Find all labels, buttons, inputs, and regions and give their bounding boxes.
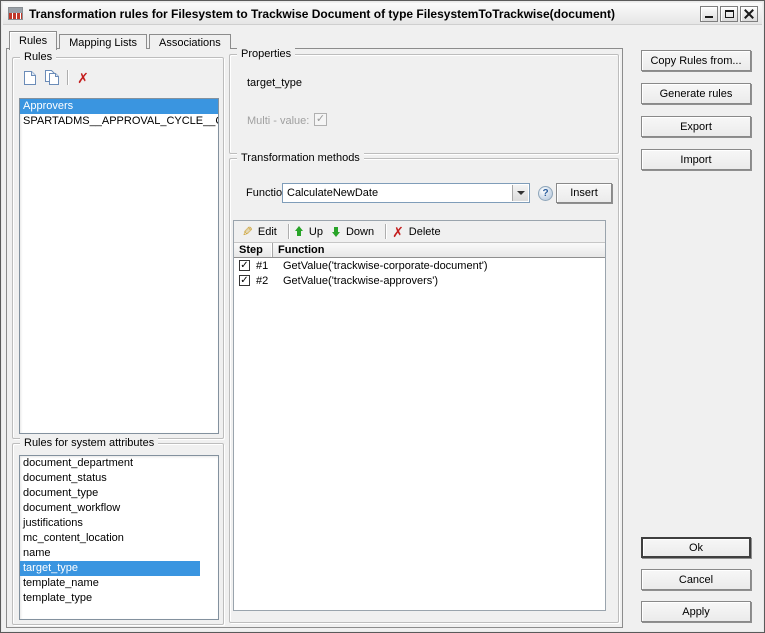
list-item[interactable]: document_status: [20, 471, 218, 486]
new-page-icon: [23, 70, 37, 86]
list-item[interactable]: justifications: [20, 516, 218, 531]
delete-icon: ✗: [392, 225, 404, 239]
list-item[interactable]: mc_content_location: [20, 531, 218, 546]
move-up-button[interactable]: Up: [293, 226, 330, 238]
edit-step-button[interactable]: ✎ Edit: [240, 225, 284, 238]
minimize-button[interactable]: [700, 6, 718, 22]
title-bar[interactable]: Transformation rules for Filesystem to T…: [3, 3, 762, 25]
property-attribute-name: target_type: [247, 77, 302, 89]
column-header-function[interactable]: Function: [273, 243, 605, 257]
app-icon: [8, 7, 23, 20]
step-number: #2: [256, 275, 276, 287]
tab-associations[interactable]: Associations: [149, 34, 231, 49]
list-item[interactable]: document_department: [20, 456, 218, 471]
function-dropdown[interactable]: CalculateNewDate: [282, 183, 530, 203]
pencil-icon: ✎: [242, 225, 253, 238]
tab-strip: Rules Mapping Lists Associations: [9, 31, 233, 50]
chevron-down-icon: [517, 191, 525, 195]
table-row[interactable]: ✓ #1 GetValue('trackwise-corporate-docum…: [234, 258, 605, 273]
maximize-button[interactable]: [720, 6, 738, 22]
step-function: GetValue('trackwise-approvers'): [283, 275, 438, 287]
steps-panel: ✎ Edit Up Down ✗ Delete: [233, 220, 606, 611]
transformation-methods-groupbox: Transformation methods Function: Calcula…: [229, 158, 619, 623]
rules-groupbox-label: Rules: [20, 50, 56, 64]
edit-step-label: Edit: [258, 226, 277, 238]
dialog-window: Transformation rules for Filesystem to T…: [0, 0, 765, 633]
step-function: GetValue('trackwise-corporate-document'): [283, 260, 488, 272]
move-up-label: Up: [309, 226, 323, 238]
rules-toolbar: ✗: [19, 68, 94, 87]
function-dropdown-value: CalculateNewDate: [287, 187, 378, 199]
insert-button-label: Insert: [570, 187, 598, 199]
system-attributes-list[interactable]: document_department document_status docu…: [19, 455, 219, 620]
step-enabled-checkbox[interactable]: ✓: [239, 275, 250, 286]
list-item[interactable]: template_type: [20, 591, 218, 606]
copy-rules-from-button[interactable]: Copy Rules from...: [641, 50, 751, 71]
maximize-icon: [725, 10, 734, 18]
rules-tab-panel: Rules ✗: [6, 48, 623, 628]
delete-step-button[interactable]: ✗ Delete: [390, 225, 448, 239]
help-icon[interactable]: ?: [538, 186, 553, 201]
up-arrow-icon: [295, 226, 304, 237]
column-header-step[interactable]: Step: [234, 243, 273, 257]
steps-toolbar: ✎ Edit Up Down ✗ Delete: [234, 221, 605, 243]
copy-page-icon: [44, 69, 60, 86]
close-icon: [744, 9, 754, 19]
generate-rules-button[interactable]: Generate rules: [641, 83, 751, 104]
move-down-button[interactable]: Down: [330, 226, 381, 238]
close-button[interactable]: [740, 6, 758, 22]
delete-icon: ✗: [77, 71, 89, 85]
toolbar-separator: [385, 224, 386, 239]
system-attributes-groupbox: Rules for system attributes document_dep…: [12, 443, 224, 625]
list-item[interactable]: name: [20, 546, 218, 561]
toolbar-separator: [67, 70, 68, 85]
toolbar-separator: [288, 224, 289, 239]
delete-step-label: Delete: [409, 226, 441, 238]
multi-value-checkbox: ✓: [314, 113, 327, 126]
rules-groupbox: Rules ✗: [12, 57, 224, 439]
multi-value-label: Multi - value:: [247, 115, 309, 127]
tab-rules[interactable]: Rules: [9, 31, 57, 50]
transformation-methods-groupbox-label: Transformation methods: [237, 151, 364, 165]
minimize-icon: [705, 16, 713, 18]
properties-groupbox: Properties target_type Multi - value: ✓: [229, 54, 619, 154]
system-attributes-groupbox-label: Rules for system attributes: [20, 436, 158, 450]
steps-table-header: Step Function: [234, 243, 605, 258]
table-row[interactable]: ✓ #2 GetValue('trackwise-approvers'): [234, 273, 605, 288]
list-item[interactable]: template_name: [20, 576, 218, 591]
move-down-label: Down: [346, 226, 374, 238]
list-item[interactable]: target_type: [20, 561, 200, 576]
copy-rule-button[interactable]: [41, 68, 63, 87]
step-number: #1: [256, 260, 276, 272]
new-rule-button[interactable]: [19, 68, 41, 87]
export-button[interactable]: Export: [641, 116, 751, 137]
cancel-button[interactable]: Cancel: [641, 569, 751, 590]
down-arrow-icon: [332, 226, 341, 237]
tab-mapping-lists[interactable]: Mapping Lists: [59, 34, 147, 49]
ok-button[interactable]: Ok: [641, 537, 751, 558]
import-button[interactable]: Import: [641, 149, 751, 170]
list-item[interactable]: document_type: [20, 486, 218, 501]
rules-list[interactable]: Approvers SPARTADMS__APPROVAL_CYCLE__C: [19, 98, 219, 434]
apply-button[interactable]: Apply: [641, 601, 751, 622]
window-title: Transformation rules for Filesystem to T…: [29, 7, 615, 21]
dropdown-arrow-button[interactable]: [512, 185, 528, 201]
insert-button[interactable]: Insert: [556, 183, 612, 203]
list-item[interactable]: document_workflow: [20, 501, 218, 516]
list-item[interactable]: SPARTADMS__APPROVAL_CYCLE__C: [20, 114, 218, 129]
step-enabled-checkbox[interactable]: ✓: [239, 260, 250, 271]
delete-rule-button[interactable]: ✗: [72, 68, 94, 87]
properties-groupbox-label: Properties: [237, 47, 295, 61]
list-item[interactable]: Approvers: [20, 99, 218, 114]
